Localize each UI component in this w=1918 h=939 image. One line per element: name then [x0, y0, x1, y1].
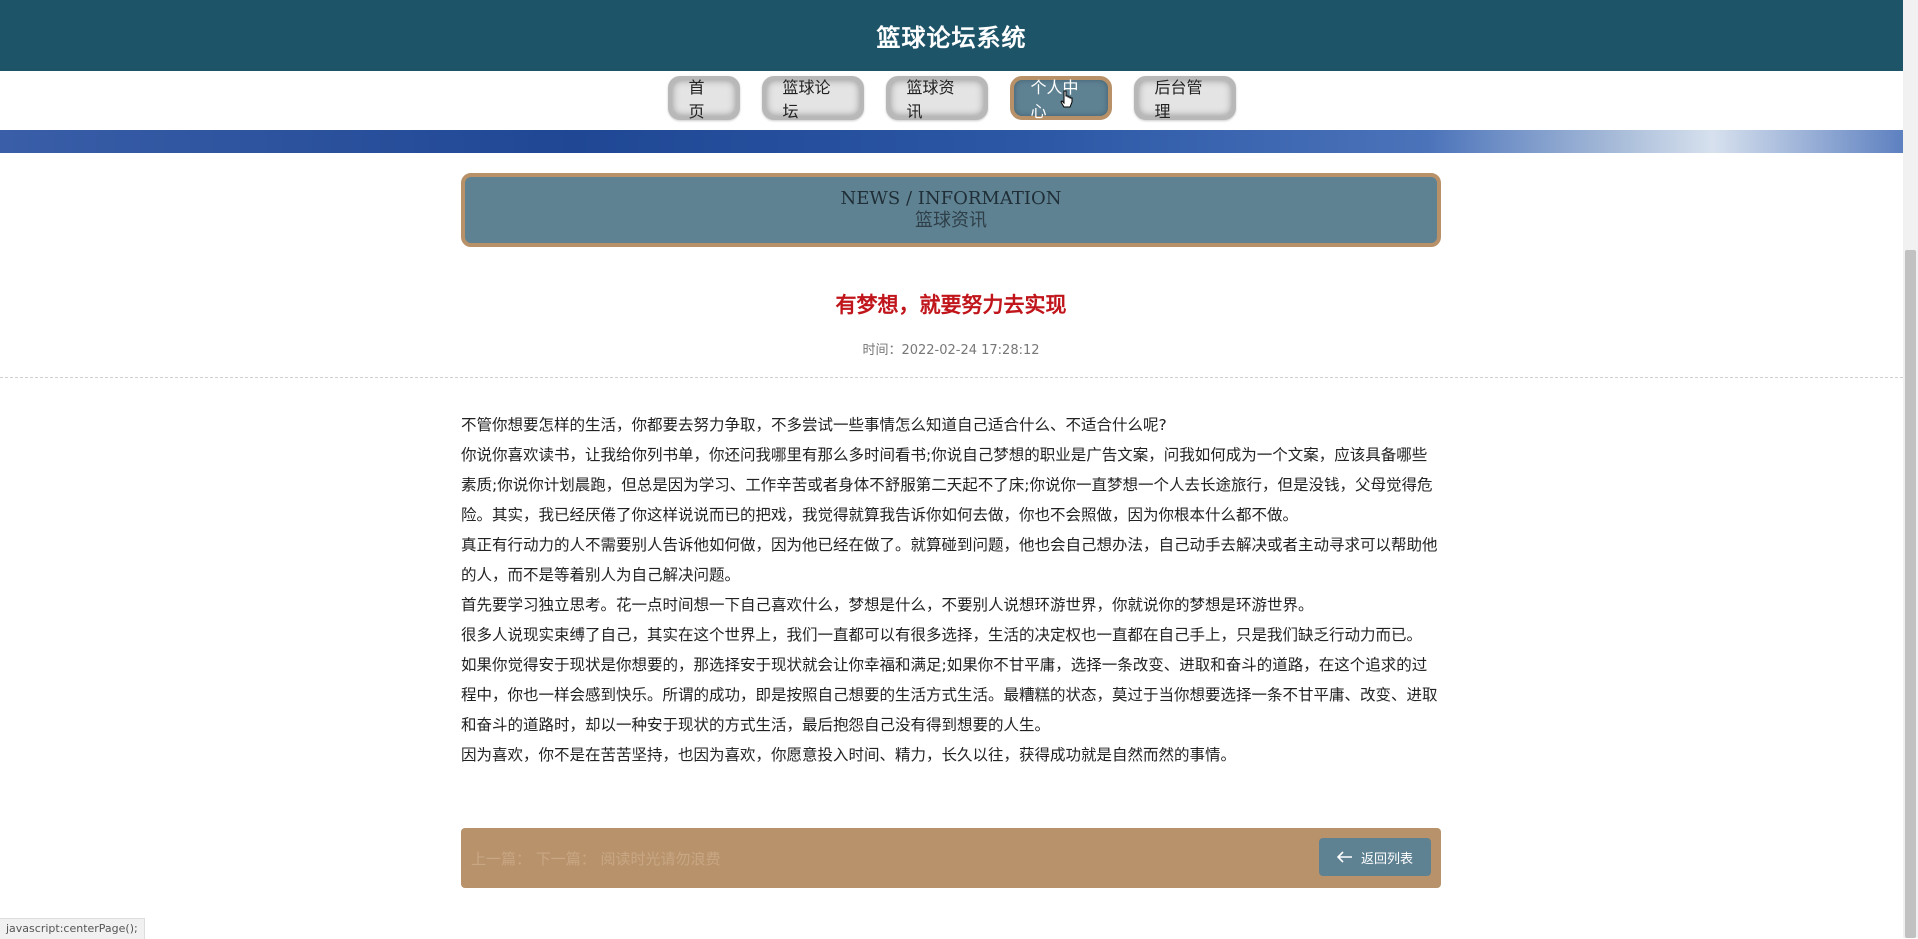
mouse-cursor-icon [1060, 90, 1073, 108]
article-footer-bar: 上一篇： 下一篇： 阅读时光请勿浪费 返回列表 [461, 828, 1441, 888]
article-paragraph: 很多人说现实束缚了自己，其实在这个世界上，我们一直都可以有很多选择，生活的决定权… [461, 626, 1423, 644]
article-paragraph: 真正有行动力的人不需要别人告诉他如何做，因为他已经在做了。就算碰到问题，他也会自… [461, 536, 1438, 584]
article-content: 不管你想要怎样的生活，你都要去努力争取，不多尝试一些事情怎么知道自己适合什么、不… [461, 410, 1441, 770]
scrollbar[interactable] [1903, 0, 1918, 938]
section-header: NEWS / INFORMATION 篮球资讯 [461, 173, 1441, 247]
back-to-list-label: 返回列表 [1360, 851, 1413, 867]
top-header: 篮球论坛系统 [0, 0, 1903, 71]
main-nav: 首页 篮球论坛 篮球资讯 个人中心 后台管理 [0, 76, 1903, 126]
article-paragraph: 如果你觉得安于现状是你想要的，那选择安于现状就会让你幸福和满足;如果你不甘平庸，… [461, 656, 1438, 734]
back-to-list-button[interactable]: 返回列表 [1319, 838, 1431, 876]
nav-item-admin[interactable]: 后台管理 [1133, 76, 1236, 121]
scrollbar-thumb[interactable] [1905, 250, 1916, 938]
status-url: javascript:centerPage(); [0, 918, 145, 939]
article-time: 时间：2022-02-24 17:28:12 [862, 343, 1040, 358]
article-paragraph: 不管你想要怎样的生活，你都要去努力争取，不多尝试一些事情怎么知道自己适合什么、不… [461, 416, 1167, 434]
divider [0, 377, 1903, 378]
section-title-en: NEWS / INFORMATION [840, 188, 1062, 209]
arrow-left-icon [1336, 851, 1352, 863]
article-paragraph: 因为喜欢，你不是在苦苦坚持，也因为喜欢，你愿意投入时间、精力，长久以往，获得成功… [461, 746, 1237, 764]
article-paragraph: 你说你喜欢读书，让我给你列书单，你还问我哪里有那么多时间看书;你说自己梦想的职业… [461, 446, 1433, 524]
nav-item-news[interactable]: 篮球资讯 [885, 76, 988, 121]
article-title: 有梦想，就要努力去实现 [835, 293, 1067, 317]
site-title: 篮球论坛系统 [876, 24, 1027, 52]
nav-item-home[interactable]: 首页 [667, 76, 740, 121]
article-paragraph: 首先要学习独立思考。花一点时间想一下自己喜欢什么，梦想是什么，不要别人说想环游世… [461, 596, 1314, 614]
banner-image [0, 130, 1903, 153]
nav-item-forum[interactable]: 篮球论坛 [761, 76, 864, 121]
section-title-cn: 篮球资讯 [915, 210, 987, 231]
prev-next-links[interactable]: 上一篇： 下一篇： 阅读时光请勿浪费 [471, 848, 721, 869]
